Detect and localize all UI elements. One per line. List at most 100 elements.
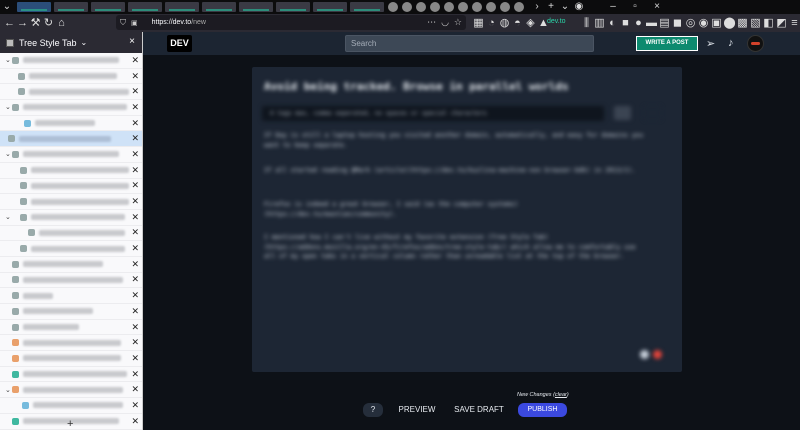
home-icon[interactable]: ⌂ bbox=[55, 14, 68, 32]
page-actions-icon[interactable]: ⋯ bbox=[427, 17, 436, 28]
bell-icon[interactable]: ♪ bbox=[728, 37, 734, 49]
tree-tab-row[interactable]: ✕ bbox=[0, 320, 142, 336]
extension-icon[interactable]: ◔ bbox=[485, 14, 498, 32]
sidebar-toggle-icon[interactable]: ▥ bbox=[593, 14, 606, 32]
browser-tab[interactable] bbox=[17, 2, 51, 12]
paper-plane-icon[interactable]: ➢ bbox=[706, 37, 715, 50]
tree-tab-row[interactable]: ✕ bbox=[0, 288, 142, 304]
reload-icon[interactable]: ↻ bbox=[42, 14, 55, 32]
publish-button[interactable]: PUBLISH bbox=[518, 403, 567, 417]
pinned-tab[interactable] bbox=[416, 2, 426, 12]
write-a-post-button[interactable]: WRITE A POST bbox=[636, 36, 698, 51]
close-tab-icon[interactable]: ✕ bbox=[131, 86, 139, 97]
extension-icon[interactable]: ◧ bbox=[762, 14, 775, 32]
tree-tab-row[interactable]: ✕ bbox=[0, 367, 142, 383]
extension-icon[interactable]: ◍ bbox=[498, 14, 511, 32]
tree-tab-row[interactable]: ⌄ ✕ bbox=[0, 100, 142, 116]
twisty-icon[interactable]: ⌄ bbox=[5, 150, 11, 158]
bookmark-star-icon[interactable]: ☆ bbox=[454, 17, 462, 28]
library-icon[interactable]: ⫼ bbox=[580, 14, 593, 32]
tree-tab-row[interactable]: ✕ bbox=[0, 304, 142, 320]
browser-tab[interactable] bbox=[239, 2, 273, 12]
tree-tab-row[interactable]: ⌄ ✕ bbox=[0, 53, 142, 69]
browser-tab[interactable] bbox=[350, 2, 384, 12]
url-text[interactable]: https://dev.to/new bbox=[152, 19, 206, 26]
tree-tab-row[interactable]: ✕ bbox=[0, 351, 142, 367]
help-button[interactable]: ? bbox=[363, 403, 383, 417]
extension-icon[interactable]: ▣ bbox=[710, 14, 723, 32]
pinned-tab[interactable] bbox=[514, 2, 524, 12]
browser-tab[interactable] bbox=[128, 2, 162, 12]
post-title-input[interactable]: Avoid being tracked. Browse in parallel … bbox=[264, 80, 569, 93]
extension-icon[interactable]: ▦ bbox=[472, 14, 485, 32]
tree-tab-row[interactable]: ⌄ ✕ bbox=[0, 147, 142, 163]
tree-tab-row[interactable]: ⌄ ✕ bbox=[0, 382, 142, 399]
extension-icon[interactable]: ◐ bbox=[606, 14, 619, 32]
close-icon[interactable]: × bbox=[129, 36, 135, 47]
extension-icon[interactable]: ◉ bbox=[697, 14, 710, 32]
pinned-tab[interactable] bbox=[388, 2, 398, 12]
pocket-icon[interactable]: ◡ bbox=[441, 17, 449, 28]
close-tab-icon[interactable]: ✕ bbox=[131, 165, 139, 176]
close-tab-icon[interactable]: ✕ bbox=[131, 369, 139, 380]
back-icon[interactable]: ← bbox=[3, 14, 16, 32]
extension-icon[interactable]: ◈ bbox=[524, 14, 537, 32]
chevron-down-icon[interactable]: ⌄ bbox=[81, 38, 88, 47]
close-tab-icon[interactable]: ✕ bbox=[131, 227, 139, 238]
extension-icon[interactable]: ▤ bbox=[658, 14, 671, 32]
extension-icon[interactable]: ▲ bbox=[537, 14, 550, 32]
close-tab-icon[interactable]: ✕ bbox=[131, 118, 139, 129]
pinned-tab[interactable] bbox=[458, 2, 468, 12]
close-tab-icon[interactable]: ✕ bbox=[131, 102, 139, 113]
sidebar-header[interactable]: Tree Style Tab ⌄ × bbox=[0, 32, 142, 53]
url-bar[interactable]: ⛉ ▣ https://dev.to/new dev.to ⋯ ◡ ☆ bbox=[116, 15, 566, 30]
pinned-tab[interactable] bbox=[444, 2, 454, 12]
save-draft-button[interactable]: SAVE DRAFT bbox=[451, 403, 507, 417]
scroll-tabs-right-icon[interactable]: › bbox=[530, 0, 544, 14]
browser-tab[interactable] bbox=[276, 2, 310, 12]
search-input[interactable]: Search bbox=[345, 35, 594, 52]
extension-icon[interactable]: ■ bbox=[619, 14, 632, 32]
extension-icon[interactable]: ⬤ bbox=[723, 14, 736, 32]
extension-icon[interactable]: ▧ bbox=[749, 14, 762, 32]
close-tab-icon[interactable]: ✕ bbox=[131, 274, 139, 285]
image-upload-icon[interactable] bbox=[614, 106, 631, 120]
extension-icon[interactable]: ● bbox=[632, 14, 645, 32]
avatar[interactable] bbox=[747, 35, 764, 52]
tree-tab-row[interactable]: ✕ bbox=[0, 194, 142, 210]
new-tab-icon[interactable]: + bbox=[544, 0, 558, 14]
browser-tab[interactable] bbox=[165, 2, 199, 12]
close-window-icon[interactable]: × bbox=[650, 0, 664, 14]
tree-tab-row[interactable]: ✕ bbox=[0, 179, 142, 195]
container-icon[interactable]: ◉ bbox=[572, 0, 586, 14]
close-tab-icon[interactable]: ✕ bbox=[131, 322, 139, 333]
browser-tab[interactable] bbox=[91, 2, 125, 12]
close-tab-icon[interactable]: ✕ bbox=[131, 180, 139, 191]
minimize-icon[interactable]: – bbox=[606, 0, 620, 14]
extension-icon[interactable]: ◓ bbox=[511, 14, 524, 32]
tags-input[interactable]: 4 tags max, comma seperated, no spaces o… bbox=[262, 106, 604, 121]
tree-tab-row[interactable]: ✕ bbox=[0, 116, 142, 132]
close-tab-icon[interactable]: ✕ bbox=[131, 196, 139, 207]
pinned-tab[interactable] bbox=[472, 2, 482, 12]
tree-tab-row[interactable]: ⌄ ✕ bbox=[0, 210, 142, 226]
browser-tab[interactable] bbox=[313, 2, 347, 12]
forward-icon[interactable]: → bbox=[16, 14, 29, 32]
tree-tab-row[interactable]: ✕ bbox=[0, 226, 142, 242]
close-tab-icon[interactable]: ✕ bbox=[131, 212, 139, 223]
twisty-icon[interactable]: ⌄ bbox=[5, 386, 11, 394]
extension-icon[interactable]: ◩ bbox=[775, 14, 788, 32]
preview-button[interactable]: PREVIEW bbox=[395, 403, 439, 417]
pinned-tab[interactable] bbox=[430, 2, 440, 12]
editor-options-icon[interactable] bbox=[644, 106, 661, 120]
close-tab-icon[interactable]: ✕ bbox=[131, 243, 139, 254]
close-tab-icon[interactable]: ✕ bbox=[131, 337, 139, 348]
tree-tab-row[interactable]: ✕ bbox=[0, 241, 142, 257]
close-tab-icon[interactable]: ✕ bbox=[131, 55, 139, 66]
devto-logo[interactable]: DEV bbox=[167, 35, 192, 52]
tree-tab-row[interactable]: ✕ bbox=[0, 398, 142, 414]
twisty-icon[interactable]: ⌄ bbox=[5, 103, 11, 111]
close-tab-icon[interactable]: ✕ bbox=[131, 149, 139, 160]
shield-icon[interactable]: ⛉ bbox=[120, 18, 126, 28]
close-tab-icon[interactable]: ✕ bbox=[131, 290, 139, 301]
